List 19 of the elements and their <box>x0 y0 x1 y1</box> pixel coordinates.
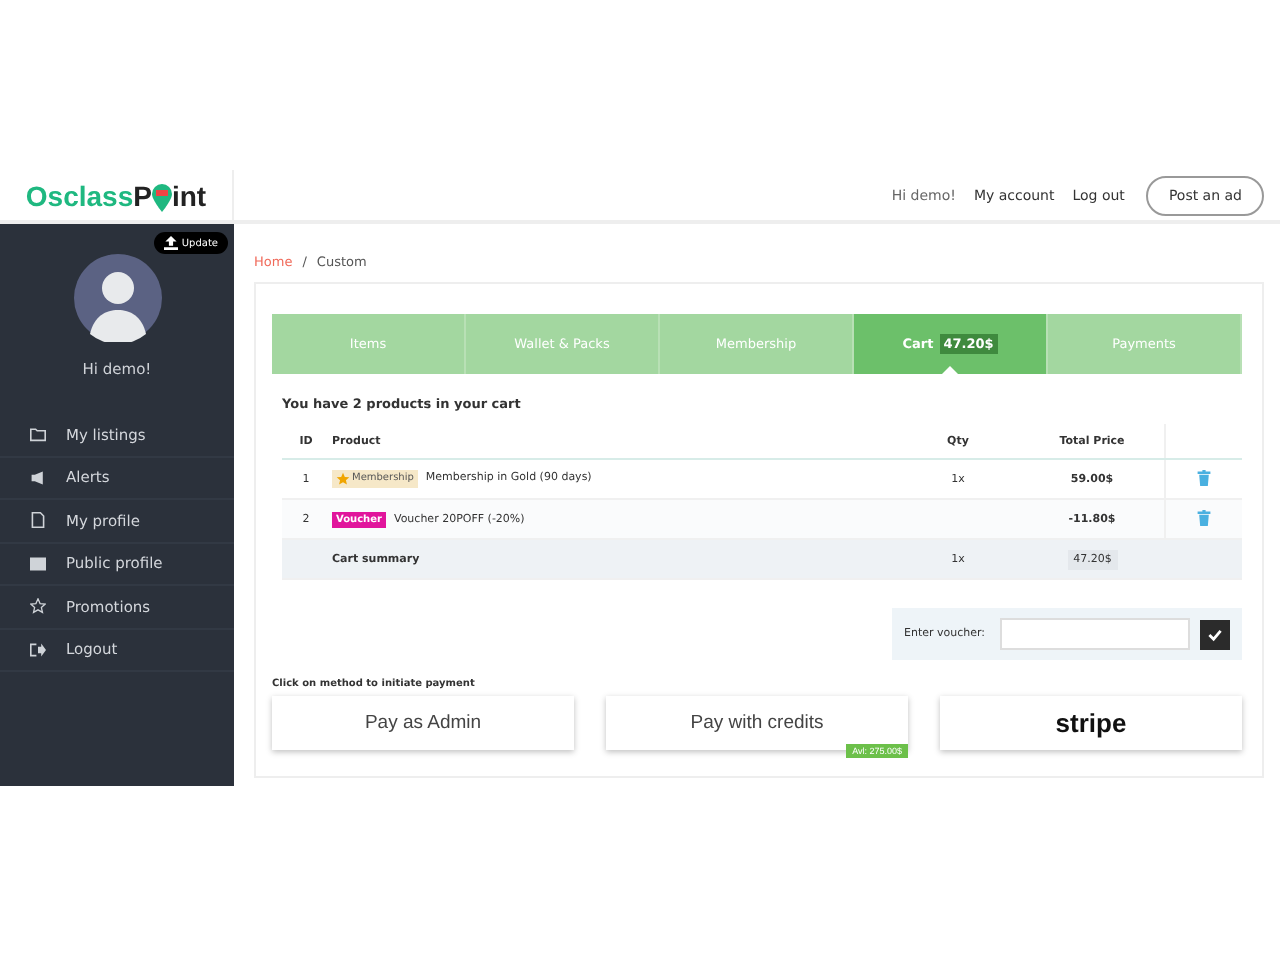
logo-text[interactable]: OsclassP <box>25 179 152 211</box>
star-icon <box>336 471 350 485</box>
pin-icon <box>151 183 172 211</box>
voucher-field[interactable] <box>999 618 1190 650</box>
payment-button[interactable]: stripe <box>940 696 1242 750</box>
trash-icon[interactable] <box>1196 509 1212 525</box>
check-icon <box>1208 627 1222 641</box>
apply-button[interactable] <box>1200 619 1230 649</box>
image-icon <box>30 555 46 572</box>
folder-icon <box>30 426 46 443</box>
megaphone-icon <box>30 469 46 486</box>
file-icon <box>30 512 46 529</box>
logo-text[interactable]: int <box>171 179 207 211</box>
exit-icon <box>30 641 46 658</box>
upload-icon <box>163 236 178 250</box>
avatar <box>73 254 161 342</box>
trash-icon[interactable] <box>1196 469 1212 485</box>
star-icon <box>30 598 46 615</box>
payment-button[interactable]: Pay as Admin <box>272 696 574 750</box>
